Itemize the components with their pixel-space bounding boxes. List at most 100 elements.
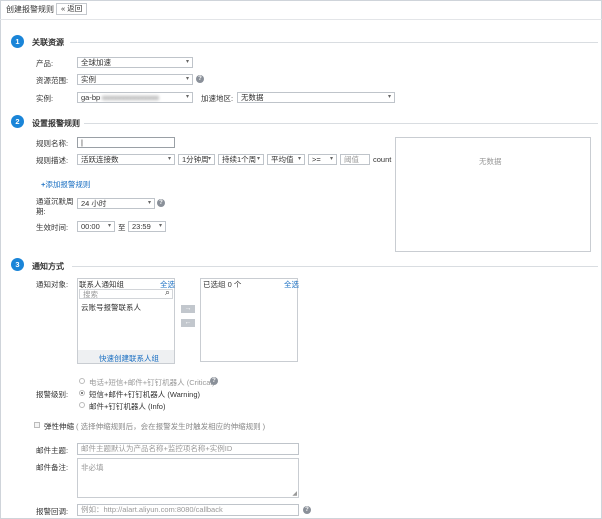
selected-group-list bbox=[200, 278, 298, 362]
effective-time-label: 生效时间: bbox=[36, 223, 69, 232]
duration-value: 持续1个周 bbox=[222, 155, 257, 164]
search-placeholder: 搜索 bbox=[83, 290, 98, 299]
instance-label: 实例: bbox=[36, 94, 54, 103]
quick-create-link[interactable]: 快速创建联系人组 bbox=[99, 353, 159, 364]
chevron-down-icon: ▾ bbox=[185, 94, 189, 100]
chevron-down-icon: ▾ bbox=[329, 156, 333, 162]
email-note-textarea[interactable]: 非必填 ◢ bbox=[77, 458, 299, 498]
chevron-down-icon: ▾ bbox=[256, 156, 260, 162]
level-info-radio[interactable] bbox=[79, 402, 85, 408]
callback-label: 报警回调: bbox=[36, 507, 69, 516]
header-bar bbox=[0, 0, 602, 20]
product-select[interactable]: 全球加速 ▾ bbox=[77, 57, 193, 68]
page-title: 创建报警规则 bbox=[6, 5, 54, 14]
chevron-down-icon: ▾ bbox=[185, 76, 189, 82]
step-2-badge: 2 bbox=[11, 115, 24, 128]
region-value: 无数据 bbox=[241, 93, 264, 102]
end-time-select[interactable]: 23:59 ▾ bbox=[128, 221, 166, 232]
rule-name-label: 规则名称: bbox=[36, 139, 69, 148]
level-label: 报警级别: bbox=[36, 390, 69, 399]
email-subject-input[interactable]: 邮件主题默认为产品名称+监控项名称+实例ID bbox=[77, 443, 299, 455]
metric-select[interactable]: 活跃连接数 ▾ bbox=[77, 154, 175, 165]
section-divider bbox=[72, 266, 598, 267]
target-label: 通知对象: bbox=[36, 280, 69, 289]
level-critical-label: 电话+短信+邮件+钉钉机器人 (Critical) bbox=[89, 378, 215, 387]
callback-input[interactable]: 例如：http://alart.aliyun.com:8080/callback bbox=[77, 504, 299, 516]
rule-name-input[interactable]: | bbox=[77, 137, 175, 148]
search-icon[interactable]: ⌕ bbox=[165, 287, 170, 298]
section-divider bbox=[84, 123, 598, 124]
chevron-down-icon: ▾ bbox=[207, 156, 211, 162]
email-subject-label: 邮件主题: bbox=[36, 446, 69, 455]
start-time-value: 00:00 bbox=[81, 222, 100, 231]
operator-select[interactable]: >= ▾ bbox=[308, 154, 337, 165]
step-3-badge: 3 bbox=[11, 258, 24, 271]
scope-value: 实例 bbox=[81, 75, 96, 84]
section-title-notify: 通知方式 bbox=[32, 262, 64, 271]
email-note-placeholder: 非必填 bbox=[81, 463, 104, 472]
level-info-label: 邮件+钉钉机器人 (Info) bbox=[89, 402, 166, 411]
metric-value: 活跃连接数 bbox=[81, 155, 119, 164]
period-select[interactable]: 1分钟周 ▾ bbox=[178, 154, 215, 165]
add-rule-link[interactable]: +添加报警规则 bbox=[41, 179, 90, 190]
section-title-rules: 设置报警规则 bbox=[32, 119, 80, 128]
silence-label-2: 期: bbox=[36, 207, 46, 216]
group-search-input[interactable]: 搜索 bbox=[79, 289, 173, 299]
level-warning-label: 短信+邮件+钉钉机器人 (Warning) bbox=[89, 390, 200, 399]
selected-all-link[interactable]: 全选 bbox=[284, 279, 299, 290]
help-icon[interactable]: ? bbox=[157, 199, 165, 207]
product-value: 全球加速 bbox=[81, 58, 111, 67]
email-note-label: 邮件备注: bbox=[36, 463, 69, 472]
threshold-placeholder: 阈值 bbox=[344, 155, 359, 164]
threshold-input[interactable]: 阈值 bbox=[340, 154, 370, 165]
instance-select[interactable]: ga-bp-xxxxxxxxxxxxxxx ▾ bbox=[77, 92, 193, 103]
start-time-select[interactable]: 00:00 ▾ bbox=[77, 221, 115, 232]
elastic-checkbox[interactable] bbox=[34, 422, 40, 428]
level-critical-radio[interactable] bbox=[79, 378, 85, 384]
help-icon[interactable]: ? bbox=[210, 377, 218, 385]
chevron-down-icon: ▾ bbox=[185, 59, 189, 65]
statistic-select[interactable]: 平均值 ▾ bbox=[267, 154, 305, 165]
product-label: 产品: bbox=[36, 59, 54, 68]
back-label: 返回 bbox=[67, 4, 83, 13]
selected-header: 已选组 0 个 bbox=[203, 280, 242, 289]
unit-label: count bbox=[373, 155, 392, 164]
level-warning-radio[interactable] bbox=[79, 390, 85, 396]
resize-handle-icon[interactable]: ◢ bbox=[292, 490, 297, 497]
arrow-right-icon[interactable]: → bbox=[181, 305, 195, 313]
statistic-value: 平均值 bbox=[271, 155, 294, 164]
region-select[interactable]: 无数据 ▾ bbox=[237, 92, 395, 103]
scope-label: 资源范围: bbox=[36, 76, 69, 85]
back-button[interactable]: « 返回 bbox=[56, 3, 88, 15]
group-item[interactable]: 云账号报警联系人 bbox=[81, 302, 141, 313]
chart-preview-panel bbox=[395, 137, 591, 252]
instance-value: ga-bp bbox=[81, 93, 101, 102]
help-icon[interactable]: ? bbox=[196, 75, 204, 83]
chevron-down-icon: ▾ bbox=[158, 223, 162, 229]
redacted-text: -xxxxxxxxxxxxxxx bbox=[100, 93, 159, 102]
rule-desc-label: 规则描述: bbox=[36, 156, 69, 165]
chevron-down-icon: ▾ bbox=[167, 156, 171, 162]
period-value: 1分钟周 bbox=[182, 155, 209, 164]
help-icon[interactable]: ? bbox=[303, 506, 311, 514]
chevron-down-icon: ▾ bbox=[297, 156, 301, 162]
region-label: 加速地区: bbox=[201, 94, 234, 103]
end-time-value: 23:59 bbox=[132, 222, 151, 231]
callback-placeholder: 例如：http://alart.aliyun.com:8080/callback bbox=[81, 505, 223, 514]
section-title-resources: 关联资源 bbox=[32, 38, 64, 47]
step-1-badge: 1 bbox=[11, 35, 24, 48]
chevron-down-icon: ▾ bbox=[387, 94, 391, 100]
silence-select[interactable]: 24 小时 ▾ bbox=[77, 198, 155, 209]
duration-select[interactable]: 持续1个周 ▾ bbox=[218, 154, 264, 165]
silence-value: 24 小时 bbox=[81, 199, 107, 208]
operator-value: >= bbox=[312, 155, 321, 164]
section-divider bbox=[70, 42, 598, 43]
scope-select[interactable]: 实例 ▾ bbox=[77, 74, 193, 85]
to-label: 至 bbox=[118, 223, 126, 232]
no-data-text: 无数据 bbox=[479, 157, 502, 166]
chevron-down-icon: ▾ bbox=[147, 200, 151, 206]
elastic-label: 弹性伸缩 bbox=[44, 422, 74, 431]
add-rule-label: 添加报警规则 bbox=[45, 180, 91, 189]
arrow-left-icon[interactable]: ← bbox=[181, 319, 195, 327]
elastic-hint: ( 选择伸缩规则后，会在报警发生时触发相应的伸缩规则 ) bbox=[76, 422, 266, 431]
